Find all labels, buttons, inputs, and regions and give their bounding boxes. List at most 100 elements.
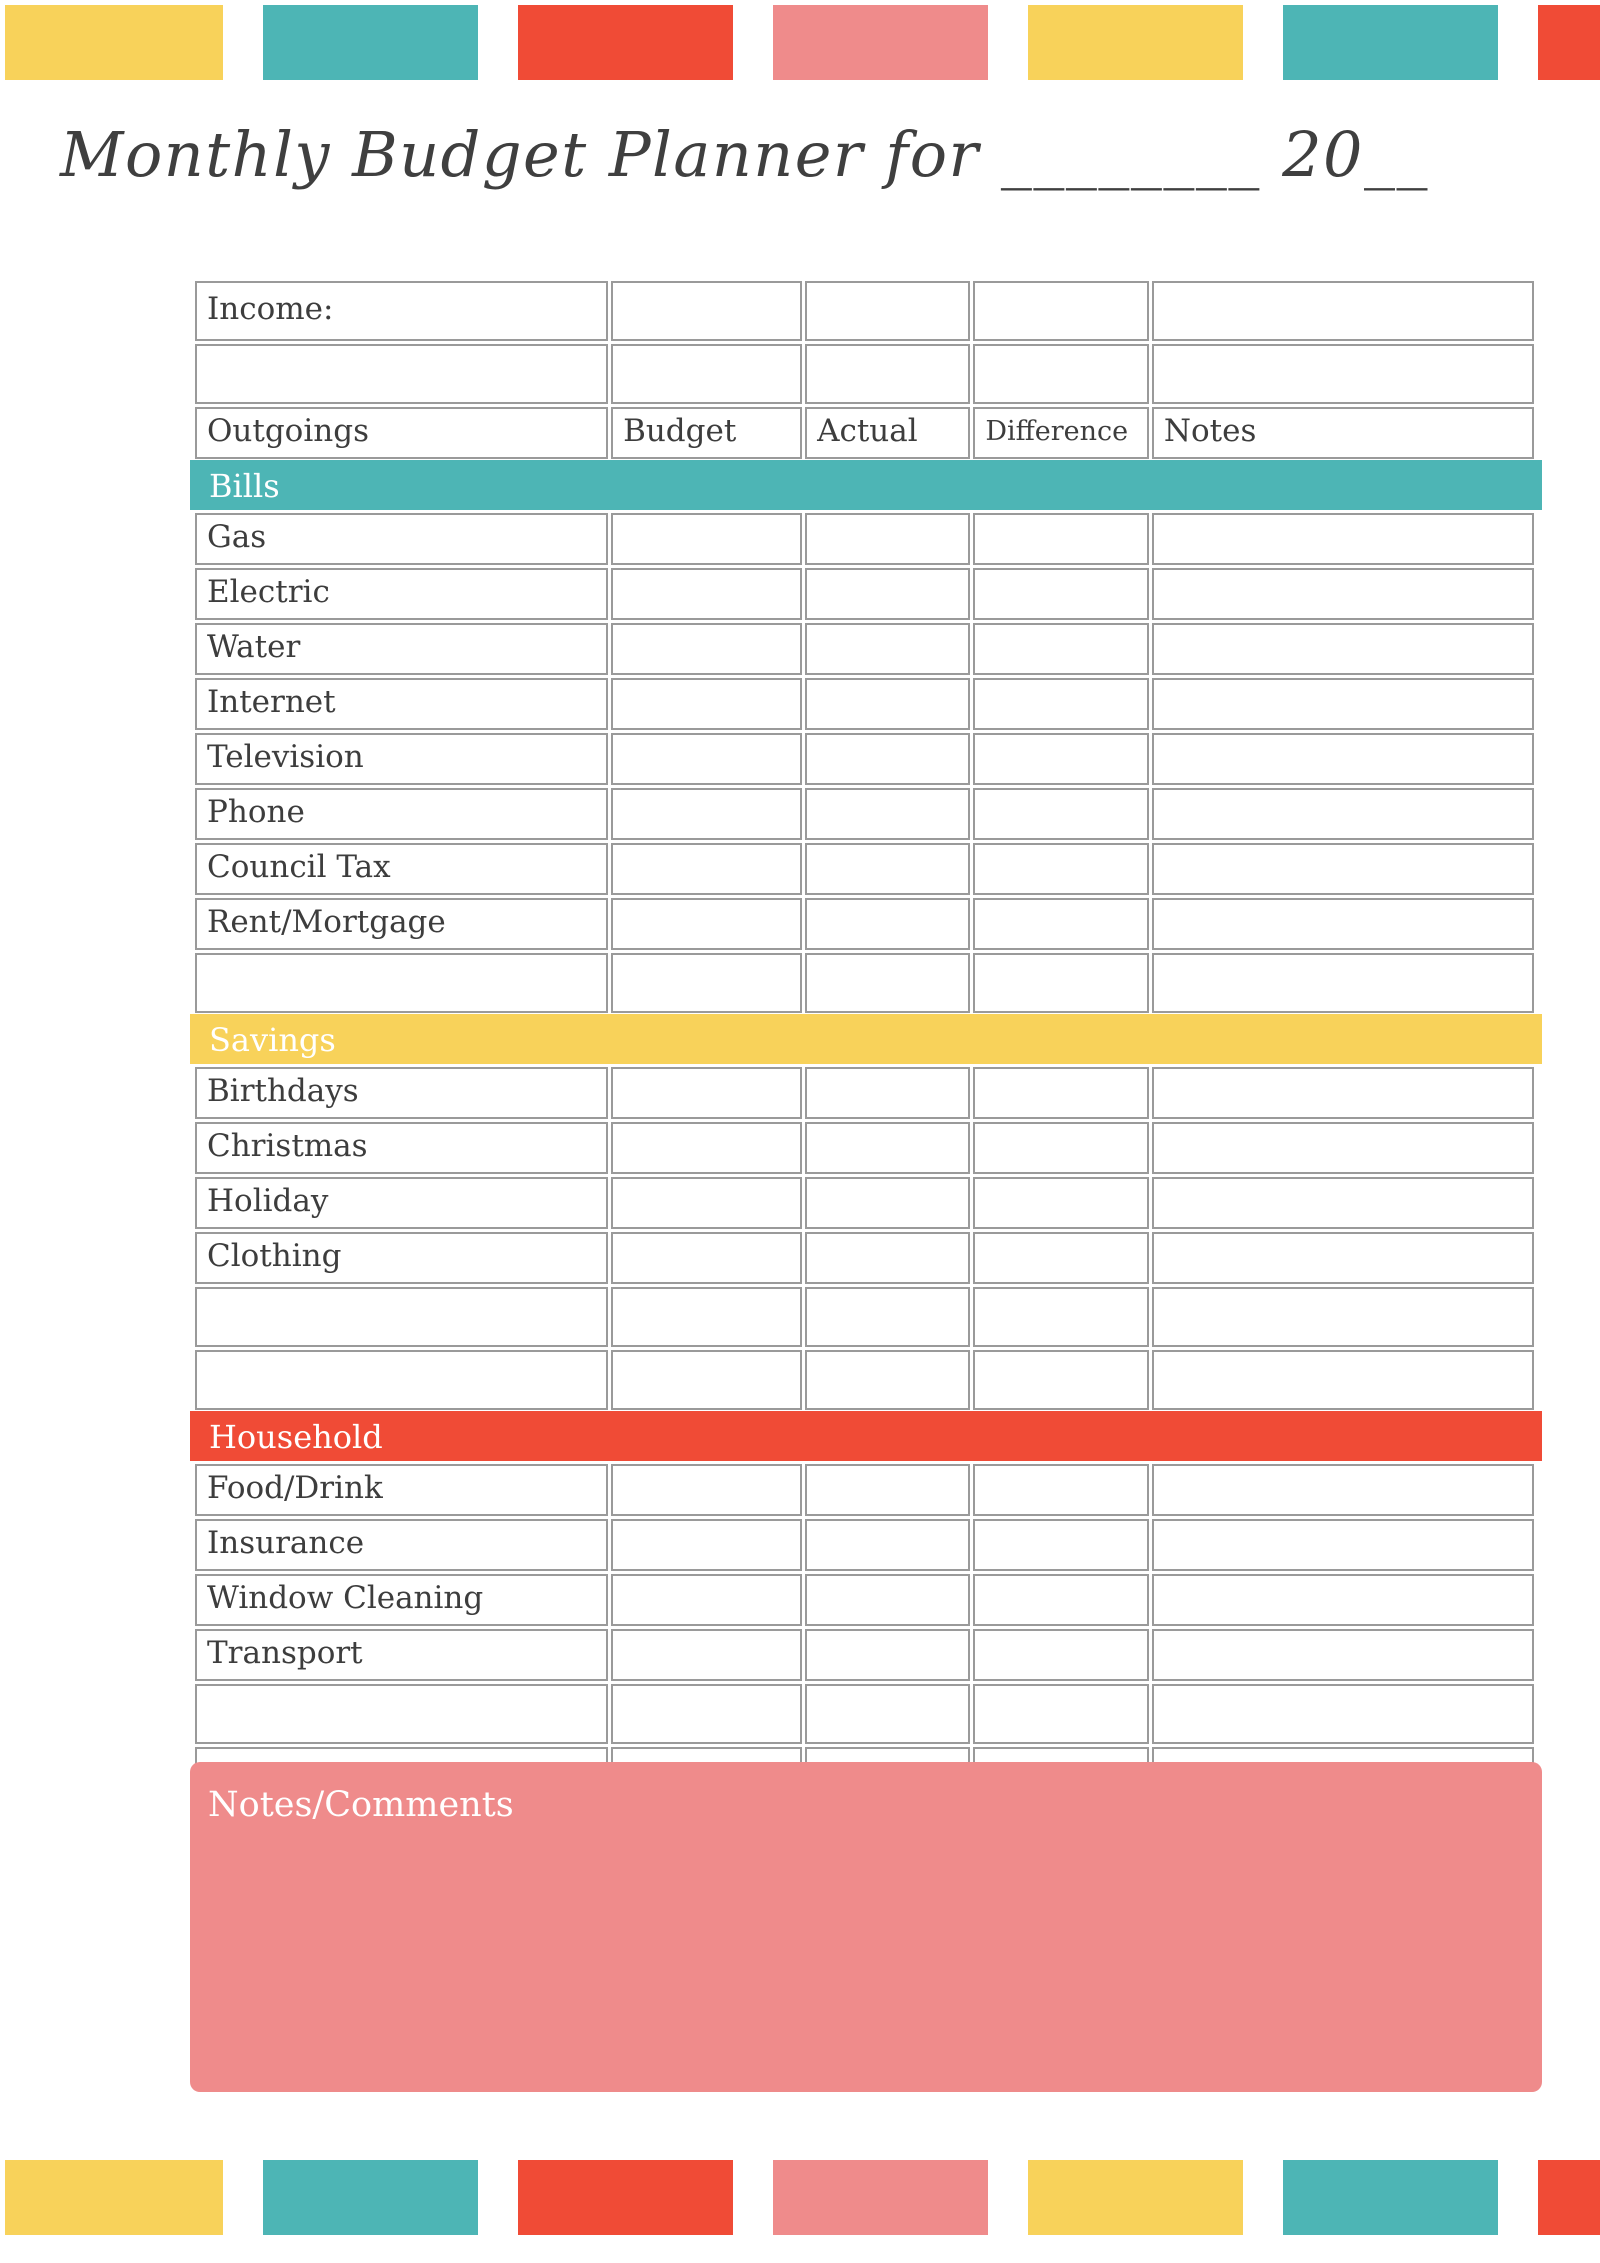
table-cell[interactable] <box>973 1464 1149 1516</box>
table-cell[interactable] <box>611 1122 803 1174</box>
table-cell[interactable] <box>1151 1287 1534 1347</box>
table-cell[interactable] <box>973 898 1149 950</box>
table-cell[interactable] <box>1151 623 1534 675</box>
row-label-cell[interactable]: Internet <box>195 678 609 730</box>
table-cell[interactable] <box>195 344 609 404</box>
table-cell[interactable] <box>973 623 1149 675</box>
row-label-cell[interactable]: Clothing <box>195 1232 609 1284</box>
table-cell[interactable] <box>805 1574 971 1626</box>
row-label-cell[interactable]: Rent/Mortgage <box>195 898 609 950</box>
row-label-cell[interactable]: Food/Drink <box>195 1464 609 1516</box>
table-cell[interactable] <box>973 733 1149 785</box>
table-cell[interactable] <box>611 678 803 730</box>
table-cell[interactable] <box>1151 1684 1534 1744</box>
table-cell[interactable] <box>1151 1350 1534 1410</box>
table-cell[interactable] <box>1151 1519 1534 1571</box>
table-cell[interactable] <box>611 1464 803 1516</box>
table-cell[interactable] <box>973 281 1149 341</box>
table-cell[interactable] <box>805 843 971 895</box>
table-cell[interactable] <box>1151 513 1534 565</box>
table-cell[interactable] <box>611 344 803 404</box>
table-cell[interactable] <box>611 1350 803 1410</box>
table-cell[interactable] <box>611 513 803 565</box>
table-cell[interactable] <box>611 1629 803 1681</box>
row-label-cell[interactable]: Birthdays <box>195 1067 609 1119</box>
row-label-cell[interactable]: Gas <box>195 513 609 565</box>
table-cell[interactable] <box>805 1519 971 1571</box>
table-cell[interactable] <box>805 1684 971 1744</box>
table-cell[interactable] <box>805 623 971 675</box>
table-cell[interactable] <box>611 898 803 950</box>
table-cell[interactable] <box>973 513 1149 565</box>
table-cell[interactable] <box>1151 678 1534 730</box>
row-label-cell[interactable]: Television <box>195 733 609 785</box>
table-cell[interactable] <box>611 788 803 840</box>
table-cell[interactable] <box>1151 1177 1534 1229</box>
row-label-cell[interactable]: Electric <box>195 568 609 620</box>
row-label-cell[interactable]: Holiday <box>195 1177 609 1229</box>
table-cell[interactable] <box>805 281 971 341</box>
table-cell[interactable] <box>611 1287 803 1347</box>
table-cell[interactable] <box>805 1350 971 1410</box>
table-cell[interactable] <box>973 344 1149 404</box>
table-cell[interactable] <box>973 788 1149 840</box>
table-cell[interactable] <box>973 1629 1149 1681</box>
table-cell[interactable] <box>805 1287 971 1347</box>
table-cell[interactable] <box>973 1177 1149 1229</box>
table-cell[interactable] <box>973 1122 1149 1174</box>
row-label-cell[interactable] <box>195 1287 609 1347</box>
table-cell[interactable] <box>805 1177 971 1229</box>
table-cell[interactable] <box>1151 953 1534 1013</box>
table-cell[interactable] <box>973 1287 1149 1347</box>
table-cell[interactable] <box>611 623 803 675</box>
table-cell[interactable] <box>805 344 971 404</box>
table-cell[interactable] <box>973 1574 1149 1626</box>
table-cell[interactable] <box>973 1519 1149 1571</box>
table-cell[interactable] <box>1151 568 1534 620</box>
table-cell[interactable] <box>805 568 971 620</box>
row-label-cell[interactable]: Council Tax <box>195 843 609 895</box>
table-cell[interactable] <box>1151 281 1534 341</box>
table-cell[interactable] <box>1151 898 1534 950</box>
table-cell[interactable] <box>1151 1067 1534 1119</box>
row-label-cell[interactable]: Christmas <box>195 1122 609 1174</box>
table-cell[interactable] <box>1151 788 1534 840</box>
table-cell[interactable] <box>1151 843 1534 895</box>
table-cell[interactable] <box>805 788 971 840</box>
table-cell[interactable] <box>611 843 803 895</box>
table-cell[interactable] <box>805 1067 971 1119</box>
table-cell[interactable] <box>805 1629 971 1681</box>
table-cell[interactable] <box>1151 1464 1534 1516</box>
table-cell[interactable] <box>805 898 971 950</box>
table-cell[interactable] <box>611 953 803 1013</box>
table-cell[interactable] <box>805 1122 971 1174</box>
row-label-cell[interactable] <box>195 1350 609 1410</box>
table-cell[interactable] <box>1151 733 1534 785</box>
table-cell[interactable] <box>1151 1122 1534 1174</box>
table-cell[interactable] <box>973 568 1149 620</box>
row-label-cell[interactable]: Window Cleaning <box>195 1574 609 1626</box>
row-label-cell[interactable]: Water <box>195 623 609 675</box>
notes-comments-box[interactable]: Notes/Comments <box>190 1762 1542 2092</box>
table-cell[interactable] <box>973 1350 1149 1410</box>
table-cell[interactable] <box>611 1232 803 1284</box>
row-label-cell[interactable]: Insurance <box>195 1519 609 1571</box>
table-cell[interactable] <box>611 281 803 341</box>
table-cell[interactable] <box>1151 344 1534 404</box>
table-cell[interactable] <box>973 843 1149 895</box>
table-cell[interactable] <box>973 678 1149 730</box>
table-cell[interactable] <box>1151 1232 1534 1284</box>
row-label-cell[interactable]: Transport <box>195 1629 609 1681</box>
table-cell[interactable] <box>805 733 971 785</box>
table-cell[interactable] <box>1151 1574 1534 1626</box>
table-cell[interactable] <box>611 733 803 785</box>
table-cell[interactable] <box>611 1574 803 1626</box>
table-cell[interactable] <box>805 953 971 1013</box>
table-cell[interactable] <box>973 1232 1149 1284</box>
table-cell[interactable] <box>805 1232 971 1284</box>
table-cell[interactable] <box>611 1177 803 1229</box>
table-cell[interactable] <box>973 953 1149 1013</box>
table-cell[interactable] <box>611 568 803 620</box>
table-cell[interactable] <box>973 1684 1149 1744</box>
row-label-cell[interactable]: Phone <box>195 788 609 840</box>
